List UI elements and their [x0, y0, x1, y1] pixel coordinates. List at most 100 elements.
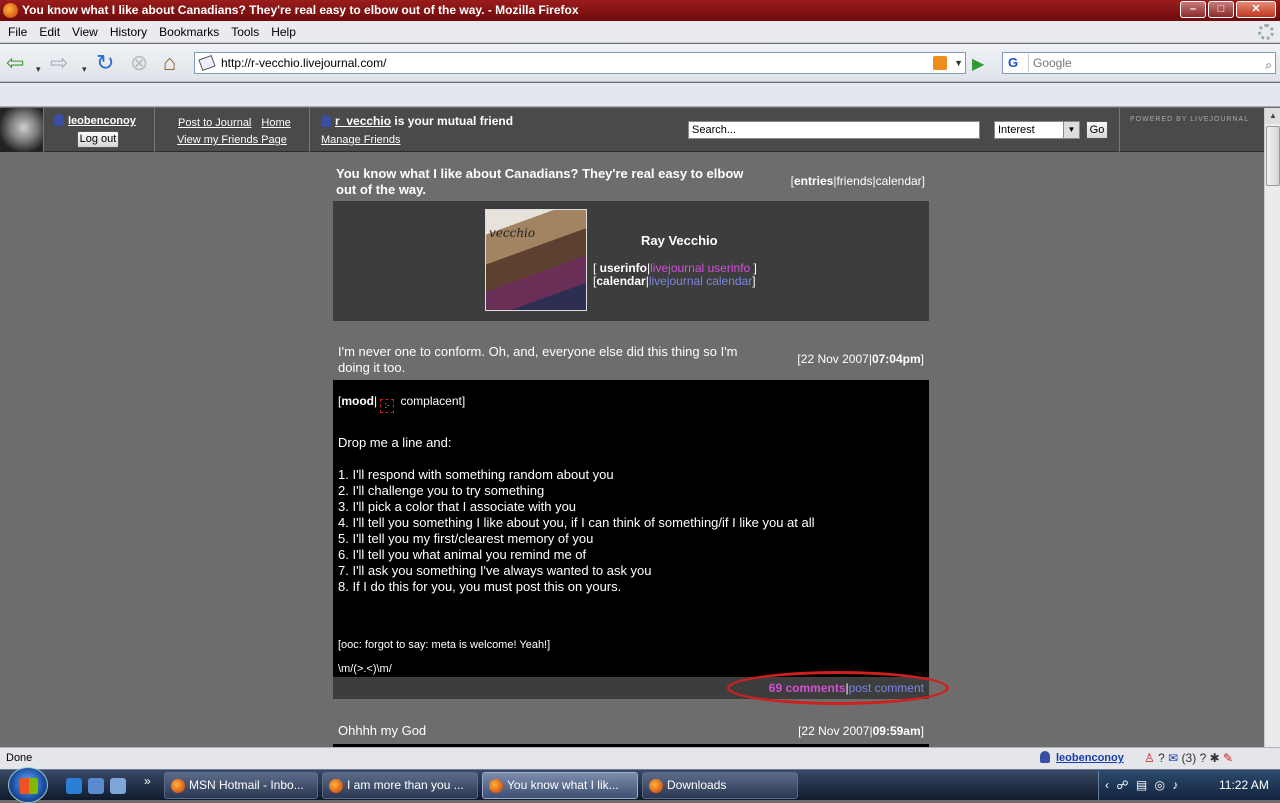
show-desktop-icon[interactable]	[88, 778, 104, 794]
firefox-icon	[489, 779, 503, 793]
status-icons: ♙ ? ✉ (3) ? ✱ ✎	[1144, 748, 1233, 769]
help-icon[interactable]: ?	[1158, 751, 1165, 765]
entry-subject: Ohhhh my God	[338, 723, 427, 738]
livejournal-user-bar: leobenconoy Log out Post to Journal Home…	[0, 108, 1264, 152]
mood-label: mood	[341, 394, 375, 408]
divider	[1119, 108, 1120, 152]
back-arrow-icon[interactable]: ⇦	[6, 52, 24, 74]
logout-button[interactable]: Log out	[77, 131, 119, 148]
entry-intro: Drop me a line and:	[338, 435, 452, 450]
addon-icon[interactable]: ✱	[1210, 751, 1220, 765]
menu-view[interactable]: View	[66, 25, 104, 39]
switch-windows-icon[interactable]	[110, 778, 126, 794]
ie-icon[interactable]	[66, 778, 82, 794]
search-engine-icon[interactable]: G	[1005, 54, 1029, 72]
pen-icon[interactable]: ✎	[1223, 751, 1233, 765]
lj-go-button[interactable]: Go	[1086, 121, 1108, 139]
lj-user: leobenconoy	[54, 114, 136, 127]
menu-file[interactable]: File	[2, 25, 33, 39]
taskbar-item[interactable]: I am more than you ...	[322, 772, 478, 799]
journal-nav: [entries|friends|calendar]	[790, 174, 925, 188]
menu-history[interactable]: History	[104, 25, 153, 39]
page-content: You know what I like about Canadians? Th…	[0, 153, 1264, 747]
list-item: 3. I'll pick a color that I associate wi…	[338, 499, 577, 514]
entry-time[interactable]: 09:59am	[873, 724, 921, 738]
post-to-journal-link[interactable]: Post to Journal	[178, 117, 251, 129]
entry-time[interactable]: 07:04pm	[872, 352, 921, 366]
taskbar-item[interactable]: Downloads	[642, 772, 798, 799]
firefox-icon	[3, 3, 18, 18]
entry-header: Ohhhh my God [22 Nov 2007|09:59am]	[333, 717, 929, 747]
lj-userinfo-link[interactable]: livejournal userinfo	[650, 261, 750, 275]
nav-calendar[interactable]: calendar	[876, 174, 922, 188]
quicklaunch-chevron-icon[interactable]: »	[144, 774, 151, 788]
alert-user-icon[interactable]: ♙	[1144, 751, 1155, 765]
vertical-scrollbar[interactable]: ▲	[1264, 108, 1280, 747]
nav-entries[interactable]: entries	[794, 174, 833, 188]
search-placeholder: Google	[1033, 56, 1072, 70]
taskbar-item[interactable]: MSN Hotmail - Inbo...	[164, 772, 318, 799]
chevron-down-icon[interactable]: ▼	[1063, 122, 1079, 138]
firefox-icon	[171, 779, 185, 793]
stop-icon[interactable]: ⊗	[130, 52, 148, 74]
taskbar-item-label: MSN Hotmail - Inbo...	[189, 778, 304, 792]
bookmarks-toolbar	[0, 83, 1280, 107]
menu-bookmarks[interactable]: Bookmarks	[153, 25, 225, 39]
taskbar: » MSN Hotmail - Inbo... I am more than y…	[0, 767, 1280, 803]
back-history-dropdown-icon[interactable]: ▾	[36, 58, 41, 80]
manage-friends-link[interactable]: Manage Friends	[321, 134, 401, 146]
status-username[interactable]: leobenconoy	[1056, 752, 1124, 764]
list-item: 8. If I do this for you, you must post t…	[338, 579, 622, 594]
mail-icon[interactable]: ✉	[1168, 751, 1178, 765]
lj-search-input[interactable]: Search...	[688, 121, 980, 139]
clock[interactable]: 11:22 AM	[1219, 778, 1269, 792]
menu-help[interactable]: Help	[265, 25, 302, 39]
search-icon[interactable]: ⌕	[1265, 55, 1272, 75]
mutual-text: is your mutual friend	[391, 114, 514, 128]
reload-icon[interactable]: ↻	[96, 52, 114, 74]
url-dropdown-icon[interactable]: ▼	[954, 53, 963, 73]
windows-logo-icon	[20, 778, 38, 794]
nav-friends[interactable]: friends	[836, 174, 872, 188]
go-arrow-icon[interactable]: ▶	[972, 54, 984, 74]
menu-edit[interactable]: Edit	[33, 25, 66, 39]
firefox-icon	[329, 779, 343, 793]
url-bar[interactable]: http://r-vecchio.livejournal.com/ ▼	[194, 52, 966, 74]
page-icon	[198, 54, 216, 72]
forward-history-dropdown-icon[interactable]: ▾	[82, 58, 87, 80]
tray-icons[interactable]: ‹ ☍ ▤ ◎ ♪	[1105, 778, 1180, 792]
username-link[interactable]: leobenconoy	[68, 115, 136, 127]
status-bar: Done leobenconoy ♙ ? ✉ (3) ? ✱ ✎	[0, 747, 1280, 769]
minimize-button[interactable]: –	[1180, 1, 1206, 18]
start-button[interactable]	[8, 767, 48, 803]
entry-mood: [mood|:· complacent]	[338, 393, 924, 413]
user-avatar[interactable]	[0, 108, 44, 152]
window-title: You know what I like about Canadians? Th…	[22, 3, 579, 17]
userinfo-link[interactable]: userinfo	[600, 261, 647, 275]
user-icon	[1040, 751, 1050, 763]
scroll-up-icon[interactable]: ▲	[1265, 108, 1280, 124]
menu-tools[interactable]: Tools	[225, 25, 265, 39]
rss-feed-icon[interactable]	[933, 56, 947, 70]
list-item: 6. I'll tell you what animal you remind …	[338, 547, 587, 562]
google-search-box[interactable]: G Google ⌕	[1002, 52, 1276, 74]
home-icon[interactable]: ⌂	[163, 52, 176, 74]
status-user[interactable]: leobenconoy	[1040, 748, 1124, 769]
calendar-link[interactable]: calendar	[596, 274, 645, 288]
info-icon[interactable]: ?	[1200, 751, 1207, 765]
close-button[interactable]: ✕	[1236, 1, 1276, 18]
entry-date-value: 22 Nov 2007	[800, 352, 869, 366]
system-tray: ‹ ☍ ▤ ◎ ♪ 11:22 AM	[1098, 771, 1280, 800]
maximize-button[interactable]: □	[1208, 1, 1234, 18]
search-type-select[interactable]: Interest ▼	[994, 121, 1080, 139]
home-link[interactable]: Home	[261, 117, 290, 129]
lj-calendar-link[interactable]: livejournal calendar	[649, 274, 752, 288]
forward-arrow-icon[interactable]: ⇨	[50, 52, 68, 74]
friends-page-link[interactable]: View my Friends Page	[177, 134, 287, 146]
ooc-note: [ooc: forgot to say: meta is welcome! Ye…	[338, 639, 551, 651]
entry-date: [22 Nov 2007|09:59am]	[798, 724, 924, 738]
mutual-user-link[interactable]: r_vecchio	[335, 114, 391, 128]
taskbar-item-active[interactable]: You know what I lik...	[482, 772, 638, 799]
scroll-thumb[interactable]	[1266, 126, 1280, 186]
mood-value: complacent	[400, 394, 462, 408]
